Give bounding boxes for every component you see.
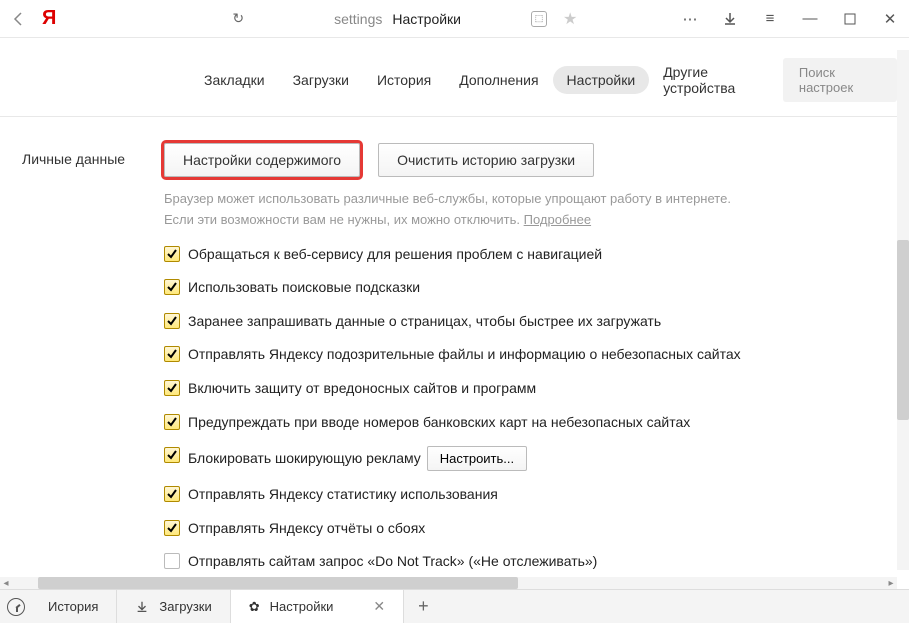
new-tab-button[interactable]: + bbox=[404, 596, 443, 617]
checkbox[interactable] bbox=[164, 520, 180, 536]
check-item: Отправлять Яндексу подозрительные файлы … bbox=[164, 345, 881, 365]
check-item: Отправлять Яндексу статистику использова… bbox=[164, 485, 881, 505]
check-label: Использовать поисковые подсказки bbox=[188, 278, 881, 298]
content-settings-button[interactable]: Настройки содержимого bbox=[164, 143, 360, 177]
clear-history-button[interactable]: Очистить историю загрузки bbox=[378, 143, 594, 177]
yandex-logo: Я bbox=[42, 7, 56, 30]
minimize-button[interactable]: — bbox=[799, 8, 821, 30]
address-path: settings bbox=[334, 11, 382, 27]
check-label: Отправлять сайтам запрос «Do Not Track» … bbox=[188, 552, 881, 572]
site-info-icon[interactable]: ⬚ bbox=[531, 11, 547, 27]
check-item: Отправлять Яндексу отчёты о сбоях bbox=[164, 519, 881, 539]
checkbox[interactable] bbox=[164, 486, 180, 502]
check-label: Отправлять Яндексу подозрительные файлы … bbox=[188, 345, 881, 365]
check-label: Обращаться к веб-сервису для решения про… bbox=[188, 245, 881, 265]
downloads-icon[interactable] bbox=[719, 8, 741, 30]
check-label: Заранее запрашивать данные о страницах, … bbox=[188, 312, 881, 332]
nav-settings[interactable]: Настройки bbox=[553, 66, 650, 94]
check-label: Предупреждать при вводе номеров банковск… bbox=[188, 413, 881, 433]
back-button[interactable] bbox=[8, 8, 30, 30]
check-item: Обращаться к веб-сервису для решения про… bbox=[164, 245, 881, 265]
check-item: Отправлять сайтам запрос «Do Not Track» … bbox=[164, 552, 881, 572]
bottom-bar: История Загрузки ✿ Настройки ✕ + bbox=[0, 589, 909, 623]
search-settings-input[interactable]: Поиск настроек bbox=[783, 58, 897, 102]
checkbox[interactable] bbox=[164, 346, 180, 362]
hint-text: Браузер может использовать различные веб… bbox=[164, 189, 881, 231]
address-title: Настройки bbox=[392, 11, 461, 27]
check-label: Отправлять Яндексу статистику использова… bbox=[188, 485, 881, 505]
hscroll-thumb[interactable] bbox=[38, 577, 518, 589]
bottom-tab-downloads[interactable]: Загрузки bbox=[117, 590, 230, 623]
configure-button[interactable]: Настроить... bbox=[427, 446, 527, 471]
section-heading: Личные данные bbox=[22, 143, 164, 617]
titlebar: Я ↻ settings Настройки ⬚ ★ ⋯ ≡ — ✕ bbox=[0, 0, 909, 38]
nav-other-devices[interactable]: Другие устройства bbox=[649, 58, 783, 102]
check-item: Предупреждать при вводе номеров банковск… bbox=[164, 413, 881, 433]
menu-icon[interactable]: ≡ bbox=[759, 8, 781, 30]
nav-downloads[interactable]: Загрузки bbox=[279, 66, 363, 94]
checkbox[interactable] bbox=[164, 279, 180, 295]
vertical-scrollbar[interactable] bbox=[897, 50, 909, 570]
checkbox[interactable] bbox=[164, 553, 180, 569]
maximize-button[interactable] bbox=[839, 8, 861, 30]
close-button[interactable]: ✕ bbox=[879, 8, 901, 30]
checkbox[interactable] bbox=[164, 414, 180, 430]
checkbox[interactable] bbox=[164, 246, 180, 262]
checkbox[interactable] bbox=[164, 380, 180, 396]
more-menu-icon[interactable]: ⋯ bbox=[679, 8, 701, 30]
check-item: Заранее запрашивать данные о страницах, … bbox=[164, 312, 881, 332]
nav-history[interactable]: История bbox=[363, 66, 445, 94]
nav-addons[interactable]: Дополнения bbox=[445, 66, 552, 94]
gear-icon: ✿ bbox=[249, 599, 260, 615]
horizontal-scrollbar[interactable]: ◂ ▸ bbox=[0, 577, 897, 589]
bottom-tab-settings[interactable]: ✿ Настройки ✕ bbox=[231, 590, 404, 623]
hscroll-left-arrow[interactable]: ◂ bbox=[0, 577, 12, 589]
checkbox[interactable] bbox=[164, 447, 180, 463]
download-icon bbox=[135, 600, 149, 614]
vertical-scrollbar-thumb[interactable] bbox=[897, 240, 909, 420]
bookmark-star-icon[interactable]: ★ bbox=[563, 9, 577, 29]
check-label: Включить защиту от вредоносных сайтов и … bbox=[188, 379, 881, 399]
checkbox[interactable] bbox=[164, 313, 180, 329]
hscroll-right-arrow[interactable]: ▸ bbox=[885, 577, 897, 589]
close-tab-icon[interactable]: ✕ bbox=[373, 598, 385, 615]
check-item: Включить защиту от вредоносных сайтов и … bbox=[164, 379, 881, 399]
check-label: Отправлять Яндексу отчёты о сбоях bbox=[188, 519, 881, 539]
check-item: Использовать поисковые подсказки bbox=[164, 278, 881, 298]
check-label: Блокировать шокирующую рекламуНастроить.… bbox=[188, 446, 881, 471]
check-item: Блокировать шокирующую рекламуНастроить.… bbox=[164, 446, 881, 471]
main-content: Личные данные Настройки содержимого Очис… bbox=[0, 117, 909, 617]
reload-button[interactable]: ↻ bbox=[232, 10, 244, 27]
nav-bookmarks[interactable]: Закладки bbox=[190, 66, 279, 94]
privacy-checklist: Обращаться к веб-сервису для решения про… bbox=[164, 245, 881, 572]
clock-icon bbox=[7, 598, 25, 616]
bottom-tab-history[interactable]: История bbox=[30, 590, 117, 623]
more-link[interactable]: Подробнее bbox=[524, 212, 591, 227]
settings-nav: Закладки Загрузки История Дополнения Нас… bbox=[0, 38, 909, 117]
